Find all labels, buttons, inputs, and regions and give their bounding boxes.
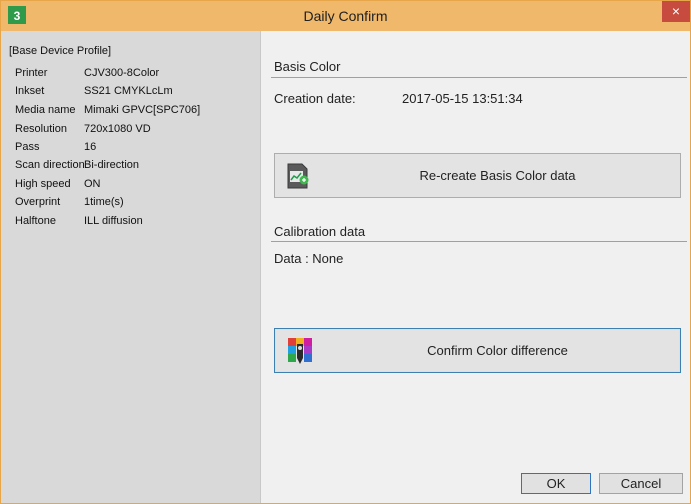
confirm-color-difference-label: Confirm Color difference [427, 343, 568, 358]
profile-value: ILL diffusion [84, 215, 143, 227]
creation-date-value: 2017-05-15 13:51:34 [402, 91, 523, 106]
calibration-data-heading: Calibration data [274, 224, 366, 239]
profile-row-scan-direction: Scan directionBi-direction [15, 159, 139, 171]
calibration-data-status: Data : None [274, 251, 344, 266]
close-button[interactable]: × [662, 1, 690, 22]
profile-row-resolution: Resolution 720x1080 VD [15, 123, 151, 135]
creation-date-label: Creation date: [274, 91, 356, 106]
profile-key: Halftone [15, 215, 56, 227]
profile-value: Bi-direction [84, 159, 140, 171]
close-icon: × [671, 3, 681, 19]
profile-key: High speed [15, 178, 71, 190]
profile-value: 720x1080 VD [84, 123, 151, 135]
profile-value: ON [84, 178, 101, 190]
profile-key: Overprint [15, 196, 61, 208]
profile-header: [Base Device Profile] [9, 45, 112, 57]
profile-value: Mimaki GPVC[SPC706] [84, 104, 201, 116]
profile-key: Media name [15, 104, 76, 116]
device-profile-panel: [Base Device Profile] Printer CJV300-8Col… [1, 31, 261, 503]
profile-row-inkset: Inkset SS21 CMYKLcLm [15, 85, 173, 97]
profile-row-halftone: Halftone ILL diffusion [15, 215, 143, 227]
recreate-basis-color-label: Re-create Basis Color data [419, 168, 576, 183]
profile-row-media-name: Media name Mimaki GPVC[SPC706] [15, 104, 200, 116]
profile-key: Resolution [15, 123, 67, 135]
profile-value: 16 [84, 141, 97, 153]
confirm-panel: Basis Color Creation date: 2017-05-15 13… [261, 31, 690, 503]
daily-confirm-window: 3 Daily Confirm × [Base Device Profile] … [0, 0, 691, 504]
profile-key: Printer [15, 67, 48, 79]
profile-value: CJV300-8Color [84, 67, 160, 79]
recreate-basis-color-button[interactable]: Re-create Basis Color data [274, 153, 681, 198]
profile-key: Scan direction [15, 159, 85, 171]
profile-key: Pass [15, 141, 40, 153]
confirm-color-difference-button[interactable]: Confirm Color difference [274, 328, 681, 373]
profile-row-high-speed: High speed ON [15, 178, 101, 190]
window-title: Daily Confirm [303, 8, 388, 24]
profile-value: 1time(s) [84, 196, 124, 208]
profile-row-pass: Pass 16 [15, 141, 96, 153]
profile-key: Inkset [15, 85, 45, 97]
profile-row-overprint: Overprint 1time(s) [15, 196, 124, 208]
profile-value: SS21 CMYKLcLm [84, 85, 173, 97]
calibration-divider [271, 241, 687, 242]
profile-row-printer: Printer CJV300-8Color [15, 67, 159, 79]
basis-color-divider [271, 77, 687, 78]
title-bar: 3 Daily Confirm × [1, 1, 690, 31]
cancel-button[interactable]: Cancel [599, 473, 683, 494]
basis-color-heading: Basis Color [274, 59, 341, 74]
ok-button[interactable]: OK [521, 473, 591, 494]
